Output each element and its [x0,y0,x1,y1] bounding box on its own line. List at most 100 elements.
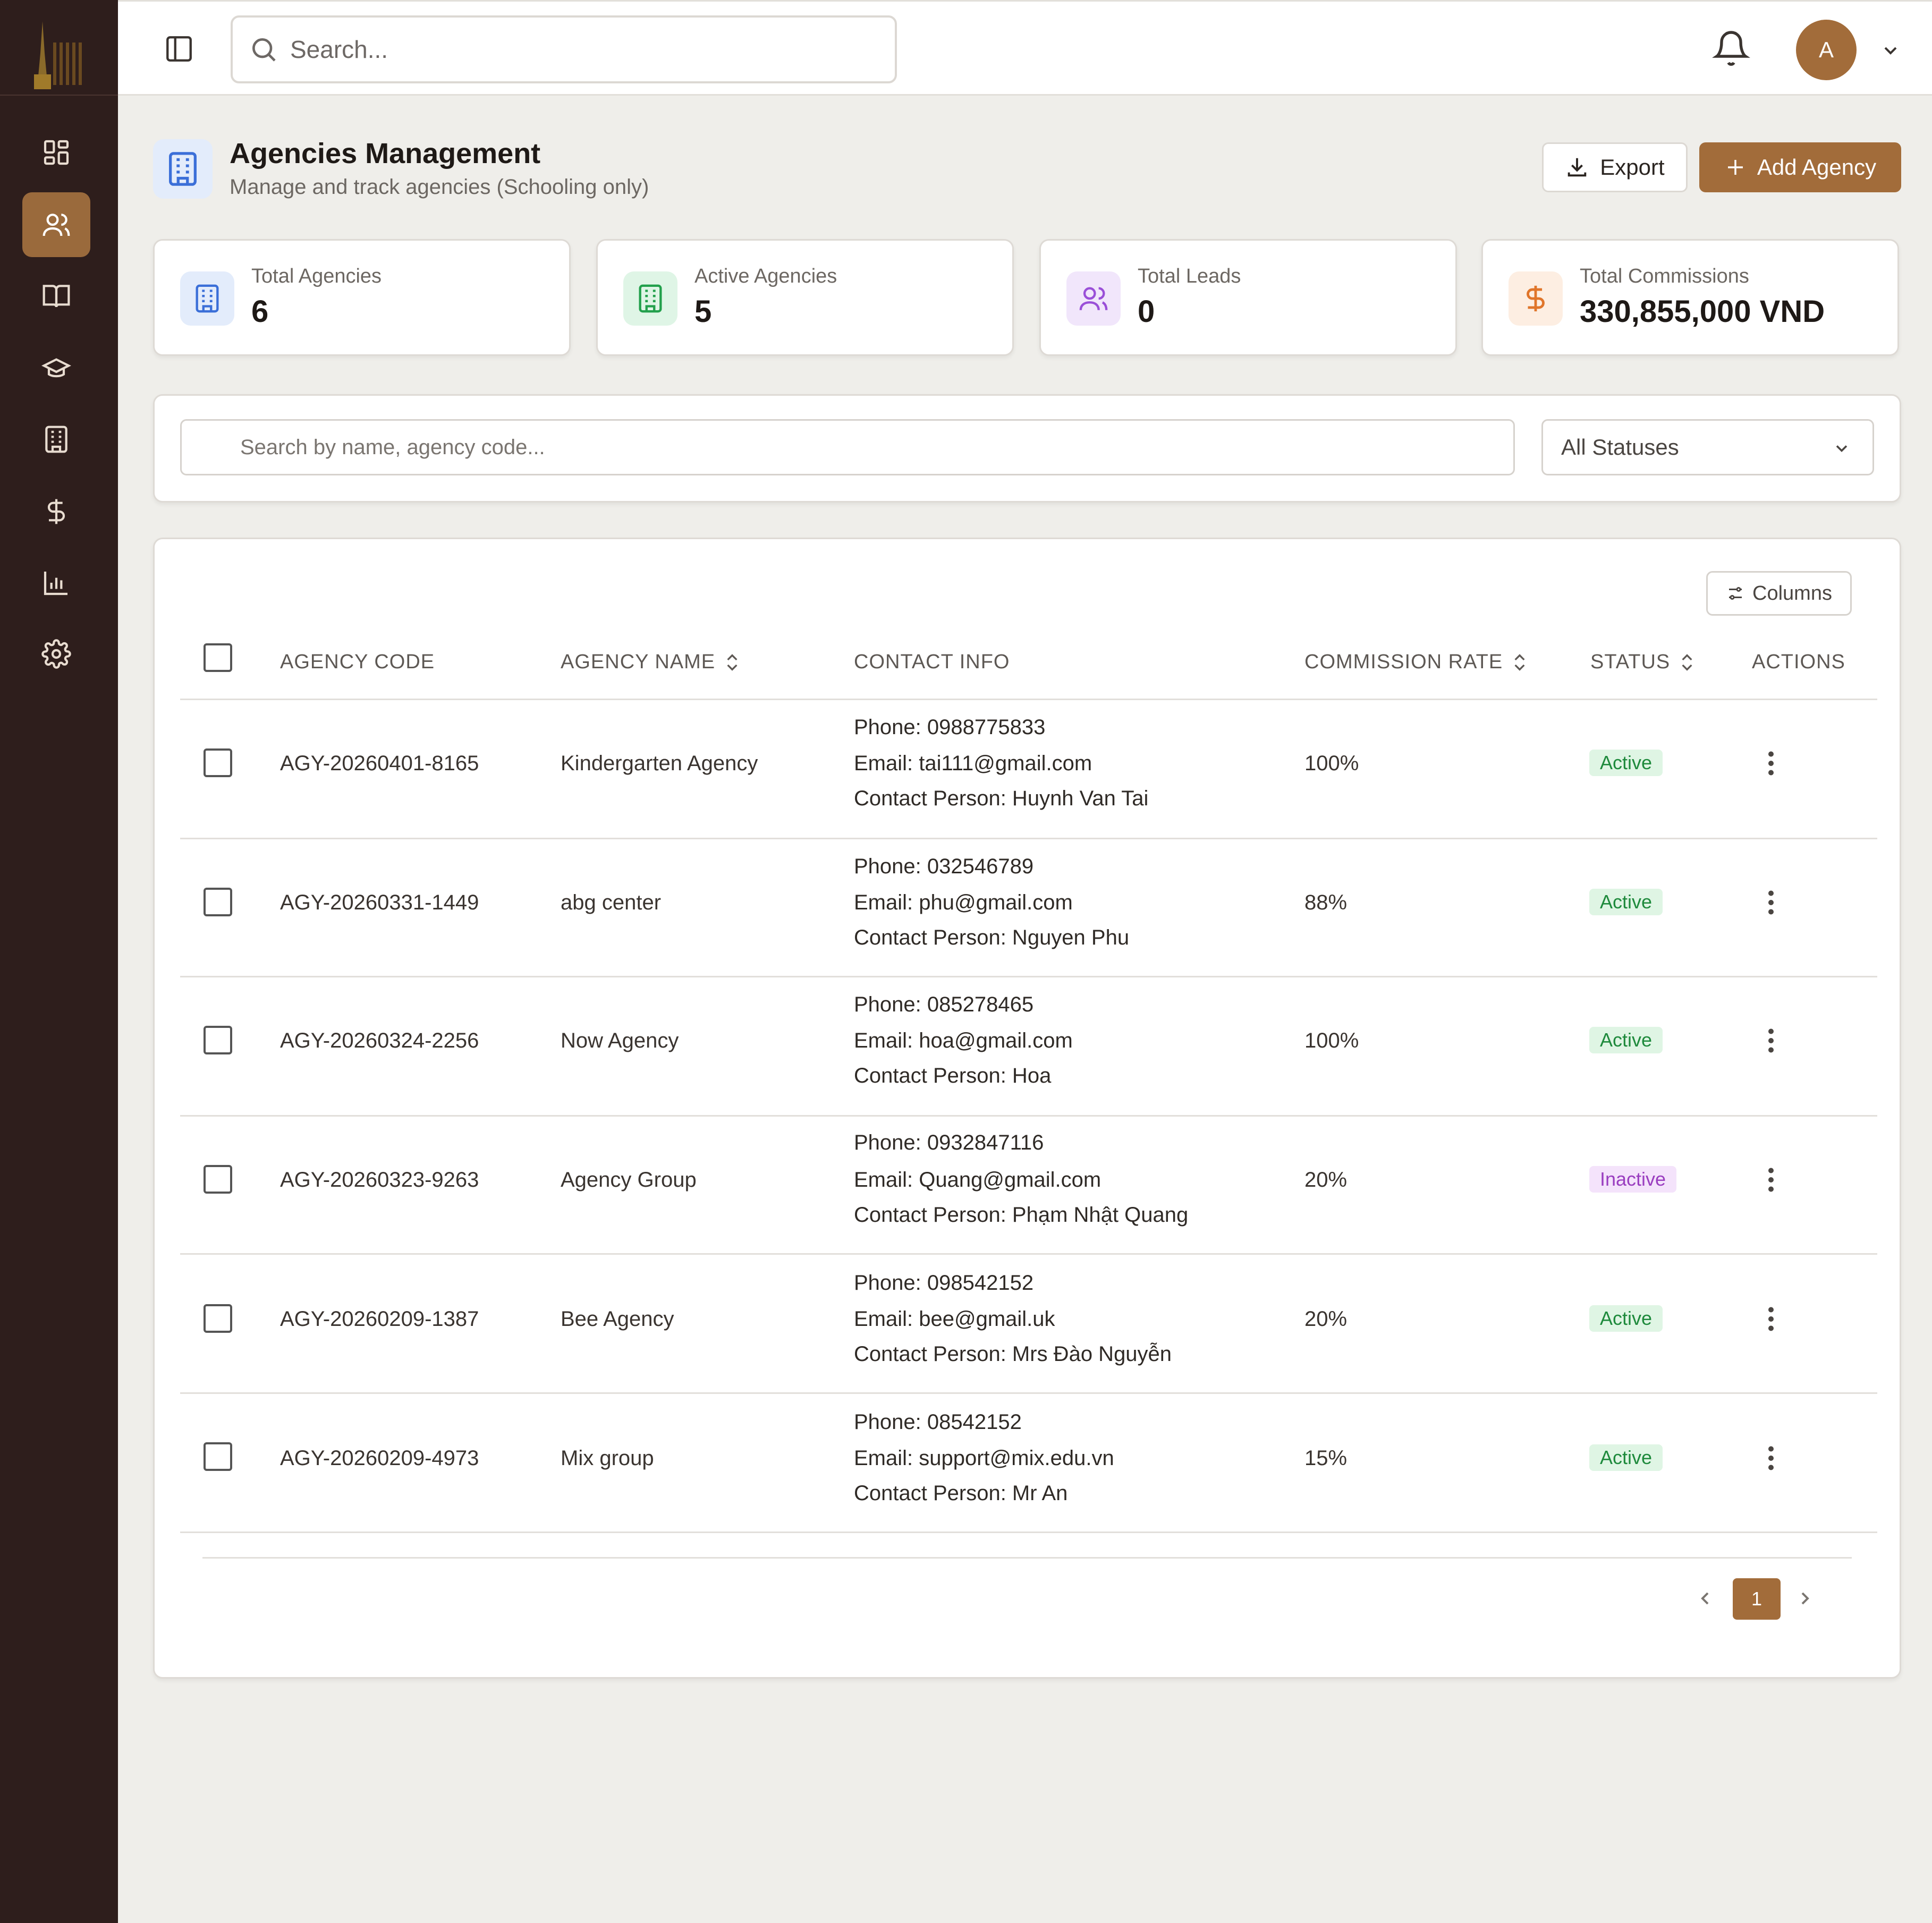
sidebar-item-courses[interactable] [22,263,90,328]
status-filter-value: All Statuses [1561,435,1679,460]
filter-card: All Statuses [153,394,1901,503]
header-divider [180,699,1877,700]
users-icon [43,214,70,236]
user-avatar[interactable]: A [1796,20,1857,80]
page-title: Agencies Management [230,138,541,169]
stat-label: Total Agencies [251,265,382,287]
contact-phone: Phone: 0932847116 [854,1131,1044,1154]
columns-button-label: Columns [1752,582,1832,605]
sidebar-item-buildings[interactable] [22,407,90,472]
commission-rate: 100% [1304,1029,1359,1052]
more-actions-icon[interactable] [1766,1164,1776,1196]
stat-card-total-commissions: Total Commissions 330,855,000 VND [1481,239,1899,356]
header-label: CONTACT INFO [854,651,1010,673]
header-commission-rate[interactable]: COMMISSION RATE [1304,651,1528,674]
status-badge: Active [1589,1027,1663,1053]
agency-code: AGY-20260209-4973 [280,1446,479,1470]
export-button-label: Export [1600,155,1665,180]
bell-icon[interactable] [1712,29,1750,67]
row-checkbox[interactable] [204,1026,232,1054]
status-filter-select[interactable]: All Statuses [1541,419,1874,475]
more-actions-icon[interactable] [1766,1303,1776,1335]
chevron-down-icon[interactable] [1880,40,1901,61]
stat-icon-wrap [623,271,677,326]
contact-phone: Phone: 098542152 [854,1271,1034,1295]
row-divider [180,976,1877,977]
header-status[interactable]: STATUS [1590,651,1696,674]
row-checkbox[interactable] [204,1304,232,1333]
dashboard-icon [44,140,69,165]
commission-rate: 20% [1304,1307,1348,1331]
global-search-input[interactable] [290,35,875,64]
agency-code: AGY-20260401-8165 [280,752,479,775]
header-label: ACTIONS [1752,651,1845,673]
select-all-checkbox[interactable] [204,643,232,672]
row-checkbox[interactable] [204,748,232,777]
contact-phone: Phone: 032546789 [854,855,1034,878]
contact-person: Contact Person: Mr An [854,1482,1068,1505]
agency-code: AGY-20260323-9263 [280,1168,479,1192]
chevron-left-icon[interactable] [1694,1588,1716,1609]
sidebar-item-dashboard[interactable] [22,120,90,185]
header-agency-name[interactable]: AGENCY NAME [561,651,741,674]
book-open-icon [43,285,70,308]
row-divider [180,1392,1877,1394]
sidebar-item-reports[interactable] [22,550,90,615]
add-agency-button[interactable]: Add Agency [1699,142,1901,192]
agency-code: AGY-20260324-2256 [280,1029,479,1052]
status-badge: Active [1589,1444,1663,1471]
sort-icon [1682,653,1692,671]
contact-phone: Phone: 085278465 [854,993,1034,1016]
contact-phone: Phone: 08542152 [854,1410,1022,1434]
contact-person: Contact Person: Nguyen Phu [854,926,1130,949]
users-icon [1079,287,1108,310]
sidebar-toggle-icon[interactable] [164,33,194,64]
row-divider [180,1115,1877,1117]
page-subtitle: Manage and track agencies (Schooling onl… [230,175,649,199]
contact-email: Email: tai111@gmail.com [854,752,1092,775]
brand-logo[interactable] [21,11,96,90]
plus-icon [1727,160,1743,175]
row-checkbox[interactable] [204,888,232,916]
header-contact-info: CONTACT INFO [854,651,1010,674]
agency-search-input[interactable] [240,431,1462,463]
contact-person: Contact Person: Hoa [854,1064,1052,1087]
row-checkbox[interactable] [204,1442,232,1471]
global-search[interactable] [231,15,897,83]
top-bar: A [118,0,1932,96]
agency-name: Now Agency [561,1029,679,1052]
status-badge: Active [1589,750,1663,776]
header-label: STATUS [1590,651,1671,673]
download-icon [1568,158,1587,177]
chevron-right-icon[interactable] [1794,1588,1816,1609]
row-divider [180,1253,1877,1255]
row-checkbox[interactable] [204,1165,232,1194]
sidebar-item-schooling[interactable] [22,336,90,401]
search-icon [252,38,276,62]
agency-name: Agency Group [561,1168,697,1192]
header-label: COMMISSION RATE [1304,651,1503,673]
sidebar-item-agencies[interactable] [22,192,90,257]
commission-rate: 100% [1304,752,1359,775]
more-actions-icon[interactable] [1766,747,1776,779]
dollar-icon [47,499,65,524]
page-icon [153,139,213,199]
more-actions-icon[interactable] [1766,887,1776,918]
contact-phone: Phone: 0988775833 [854,716,1046,739]
more-actions-icon[interactable] [1766,1442,1776,1474]
export-button[interactable]: Export [1542,142,1688,192]
columns-button[interactable]: Columns [1706,571,1852,616]
pagination-current-page[interactable]: 1 [1733,1578,1781,1620]
stat-value: 0 [1138,294,1155,329]
add-agency-button-label: Add Agency [1757,155,1877,180]
commission-rate: 15% [1304,1446,1348,1470]
sidebar-item-settings[interactable] [22,622,90,686]
more-actions-icon[interactable] [1766,1025,1776,1057]
bar-chart-icon [44,572,67,595]
stat-label: Total Leads [1138,265,1241,287]
agency-name: abg center [561,891,662,914]
stat-label: Total Commissions [1580,265,1749,287]
sidebar-item-finance[interactable] [22,479,90,544]
building-icon [639,284,662,313]
agency-search[interactable] [180,419,1515,475]
